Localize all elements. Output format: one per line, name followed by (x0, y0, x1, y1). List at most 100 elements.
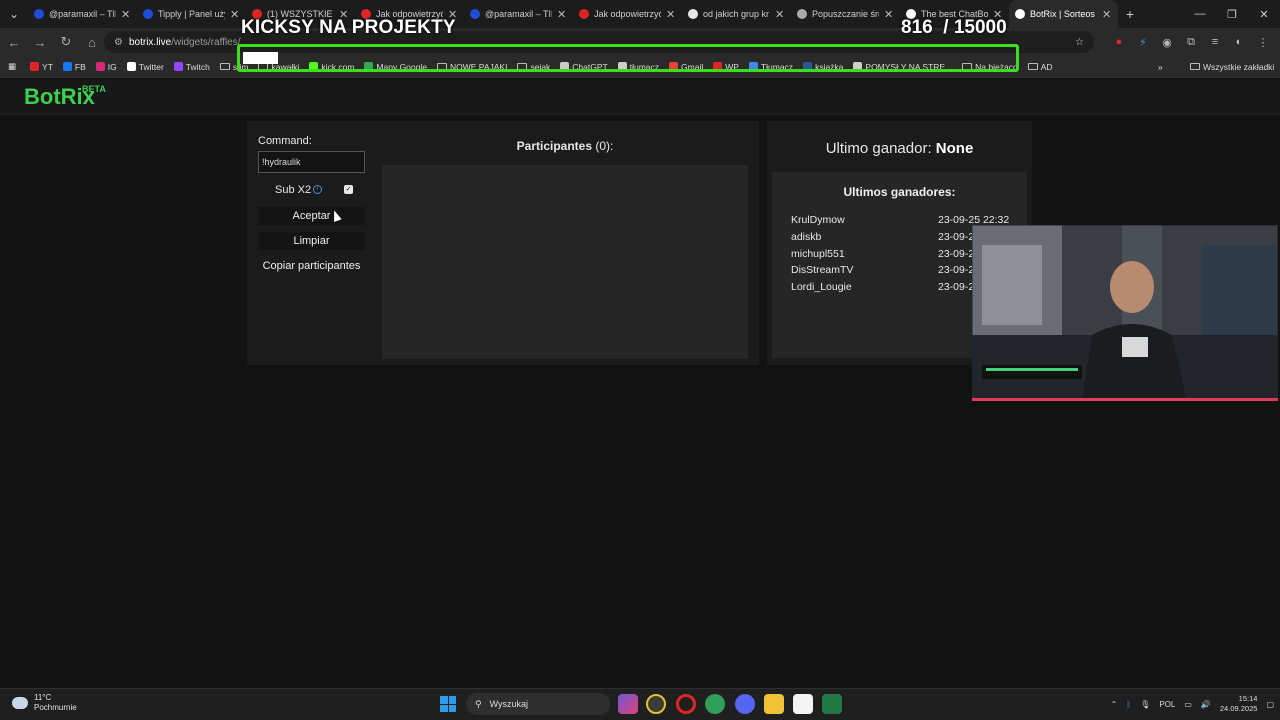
volume-icon[interactable]: 🔊 (1201, 700, 1211, 709)
winner-name: KrulDymow (791, 214, 845, 226)
language-indicator[interactable]: POL (1159, 700, 1175, 709)
maximize-icon[interactable]: ❐ (1216, 0, 1248, 28)
browser-tab[interactable]: Popuszczanie śrul ✕ (791, 0, 900, 28)
tab-favicon-icon (688, 9, 698, 19)
more-bookmarks-icon[interactable]: » (1158, 62, 1163, 72)
back-icon[interactable]: ← (2, 30, 26, 54)
new-tab-icon[interactable]: + (1118, 6, 1142, 22)
excel-app-icon[interactable] (822, 694, 842, 714)
media-controls-icon[interactable]: ≡ (1206, 31, 1224, 53)
apps-grid-icon[interactable]: ▦ (8, 61, 16, 72)
weather-widget[interactable]: 11°C Pochmurnie (12, 693, 77, 713)
tab-favicon-icon (470, 9, 480, 19)
browser-tab-strip: ⌄ @paramaxil – TIP ✕ Tipply | Panel użyt ✕(… (0, 0, 1280, 28)
browser-tab[interactable]: @paramaxil – TIP ✕ (464, 0, 573, 28)
bluetooth-icon[interactable]: ᛒ (1126, 700, 1131, 709)
notifications-icon[interactable]: ▢ (1266, 700, 1274, 709)
tab-favicon-icon (143, 9, 153, 19)
bookmark-item[interactable]: IG (95, 61, 117, 72)
copy-participants-button[interactable]: Copiar participantes (258, 257, 365, 275)
tab-label: Popuszczanie śrul (812, 9, 879, 19)
tab-close-icon[interactable]: ✕ (557, 8, 567, 21)
command-input[interactable] (258, 151, 365, 173)
sub-x2-label: Sub X2 (275, 184, 312, 196)
bookmark-item[interactable]: Twitter (126, 62, 164, 72)
windows-start-icon[interactable] (440, 696, 456, 712)
info-icon[interactable]: i (313, 185, 322, 194)
extension-icon[interactable]: ◉ (1158, 31, 1176, 53)
tab-close-icon[interactable]: ✕ (884, 8, 894, 21)
bookmark-favicon-icon (30, 62, 40, 71)
url-host: botrix.live (128, 36, 172, 48)
browser-tab[interactable]: Jak odpowietrzyć ✕ (573, 0, 682, 28)
participants-heading: Participantes (0): (382, 139, 748, 153)
bookmark-label: FB (74, 61, 86, 72)
tab-close-icon[interactable]: ✕ (1102, 8, 1112, 21)
browser-tab[interactable]: od jakich grup kr ✕ (682, 0, 791, 28)
winner-date: 23-09-2 (938, 264, 975, 277)
winner-date: 23-09-2 (938, 281, 975, 294)
bookmark-item[interactable]: FB (62, 61, 86, 72)
all-bookmarks-label: Wszystkie zakładki (1203, 61, 1275, 72)
sub-x2-checkbox[interactable]: ✓ (344, 185, 353, 194)
bookmark-favicon-icon (62, 62, 72, 71)
forward-icon[interactable]: → (28, 30, 52, 54)
overlay-goal-title: KICKSY NA PROJEKTY (241, 17, 456, 38)
bookmark-item[interactable]: AD (1027, 62, 1053, 72)
site-info-icon[interactable]: ⚙ (114, 37, 123, 48)
tab-close-icon[interactable]: ✕ (666, 8, 676, 21)
overlay-goal-progress-fill (243, 52, 278, 64)
tab-search-icon[interactable]: ⌄ (0, 0, 28, 28)
weather-desc: Pochmurnie (34, 703, 77, 712)
microphone-icon[interactable]: 🎙 (1140, 700, 1150, 709)
taskbar-search[interactable]: ⚲ Wyszukaj (466, 693, 610, 715)
close-window-icon[interactable]: ✕ (1248, 0, 1280, 28)
extension-icons: ● ⚡ ◉ ⧉ ≡ ◐ ⋮ (1110, 31, 1272, 53)
accept-button[interactable]: Aceptar (258, 207, 365, 225)
opera-app-icon[interactable] (676, 694, 696, 714)
clear-button[interactable]: Limpiar (258, 232, 365, 250)
bookmark-item[interactable]: Twitch (173, 62, 210, 72)
tab-close-icon[interactable]: ✕ (775, 8, 785, 21)
tab-close-icon[interactable]: ✕ (230, 8, 240, 21)
chrome-app-icon[interactable] (646, 694, 666, 714)
clock[interactable]: 15:14 24.09.2025 (1220, 694, 1258, 714)
weather-temp: 11°C (34, 693, 52, 702)
tab-label: od jakich grup kr (703, 9, 770, 19)
network-icon[interactable]: ▭ (1184, 700, 1192, 709)
cloud-icon (12, 697, 28, 709)
search-icon: ⚲ (475, 698, 482, 709)
taskbar-search-placeholder: Wyszukaj (489, 699, 529, 709)
last-winner-heading: Ultimo ganador: None (767, 140, 1032, 157)
browser-menu-icon[interactable]: ⋮ (1254, 31, 1272, 53)
folder-icon (1190, 63, 1200, 70)
home-icon[interactable]: ⌂ (80, 30, 104, 54)
reload-icon[interactable]: ↻ (54, 30, 78, 54)
participants-list (382, 165, 748, 359)
bookmark-label: IG (107, 61, 117, 72)
browser-tab[interactable]: Tipply | Panel użyt ✕ (137, 0, 246, 28)
record-extension-icon[interactable]: ● (1110, 31, 1128, 53)
browser-tab[interactable]: BotRix | Sorteos ✕ (1009, 0, 1118, 28)
winner-name: adiskb (791, 230, 822, 243)
profile-avatar-icon[interactable]: ◐ (1230, 31, 1248, 53)
extensions-puzzle-icon[interactable]: ⧉ (1182, 31, 1200, 53)
discord-app-icon[interactable] (735, 694, 755, 714)
capcut-app-icon[interactable] (793, 694, 813, 714)
bookmark-star-icon[interactable]: ☆ (1075, 37, 1084, 48)
minimize-icon[interactable]: — (1184, 0, 1216, 28)
all-bookmarks-folder[interactable]: Wszystkie zakładki (1190, 62, 1274, 72)
browser-tab[interactable]: @paramaxil – TIP ✕ (28, 0, 137, 28)
tray-overflow-icon[interactable]: ⌃ (1111, 700, 1118, 709)
clock-time: 15:14 (1238, 694, 1258, 703)
maps-app-icon[interactable] (705, 694, 725, 714)
tab-label: Tipply | Panel użyt (158, 9, 225, 19)
file-explorer-icon[interactable] (764, 694, 784, 714)
tab-close-icon[interactable]: ✕ (121, 8, 131, 21)
copilot-app-icon[interactable] (618, 694, 638, 714)
extension-icon[interactable]: ⚡ (1134, 31, 1152, 53)
bookmark-item[interactable]: YT (30, 62, 53, 72)
tab-label: BotRix | Sorteos (1030, 9, 1095, 19)
window-controls: — ❐ ✕ (1184, 0, 1280, 28)
app-header (0, 79, 1280, 115)
